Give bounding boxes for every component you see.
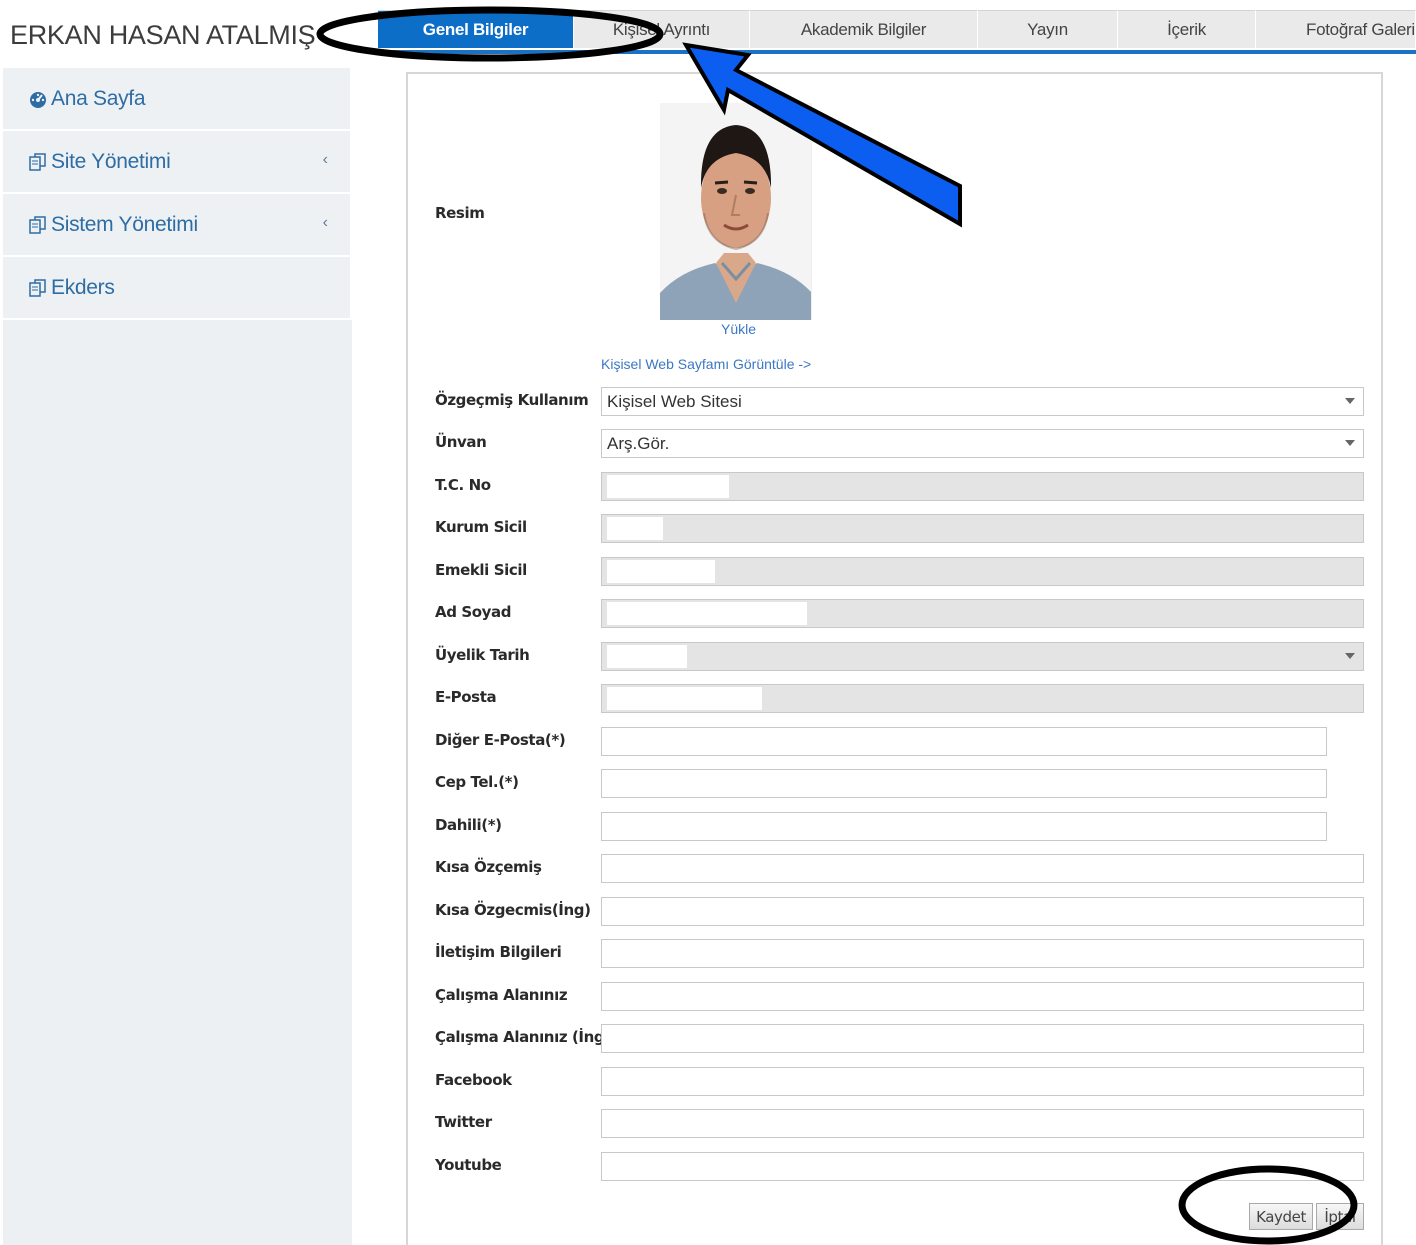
chevron-down-icon [1345, 398, 1355, 404]
sidebar-item-label: Sistem Yönetimi [51, 212, 198, 236]
cancel-button[interactable]: İptal [1316, 1203, 1364, 1230]
field-label: Youtube [435, 1156, 502, 1174]
calisma-alaniniz-ing-input[interactable] [601, 1024, 1364, 1053]
tab-kisisel-ayrinti[interactable]: Kişisel Ayrıntı [574, 10, 750, 48]
redacted-value [607, 645, 687, 668]
dahili-input[interactable] [601, 812, 1327, 841]
field-label: İletişim Bilgileri [435, 943, 562, 961]
field-label: Özgeçmiş Kullanım [435, 391, 589, 409]
tab-genel-bilgiler[interactable]: Genel Bilgiler [378, 10, 574, 48]
field-label: Çalışma Alanınız [435, 986, 568, 1004]
sidebar-item-sistem-yonetimi[interactable]: Sistem Yönetimi ‹ [3, 194, 350, 256]
diger-e-posta-input[interactable] [601, 727, 1327, 756]
field-label: Üyelik Tarih [435, 646, 530, 664]
chevron-down-icon [1345, 653, 1355, 659]
tab-icerik[interactable]: İçerik [1118, 10, 1256, 48]
facebook-input[interactable] [601, 1067, 1364, 1096]
field-label: Facebook [435, 1071, 512, 1089]
select-value: Arş.Gör. [607, 433, 670, 453]
cep-tel-input[interactable] [601, 769, 1327, 798]
field-label: T.C. No [435, 476, 491, 494]
chevron-left-icon: ‹ [322, 214, 328, 231]
chevron-left-icon: ‹ [322, 151, 328, 168]
chevron-down-icon [1345, 440, 1355, 446]
tab-bar: Genel Bilgiler Kişisel Ayrıntı Akademik … [372, 10, 1416, 54]
field-label: Kısa Özçemiş [435, 858, 542, 876]
field-label: Çalışma Alanınız (İng) [435, 1028, 611, 1046]
upload-photo-link[interactable]: Yükle [721, 321, 756, 337]
field-label: Kısa Özgecmis(İng) [435, 901, 591, 919]
sidebar-item-label: Ana Sayfa [51, 86, 146, 110]
sidebar: ERKAN HASAN ATALMIŞ Ana Sayfa Site Yönet… [0, 0, 352, 1245]
field-label: Dahili(*) [435, 816, 502, 834]
user-name: ERKAN HASAN ATALMIŞ [10, 20, 316, 50]
kisa-ozgecmis-ing-input[interactable] [601, 897, 1364, 926]
tc-no-field [601, 472, 1364, 501]
field-label: Cep Tel.(*) [435, 773, 519, 791]
redacted-value [607, 517, 663, 540]
redacted-value [607, 687, 762, 710]
uyelik-tarih-select [601, 642, 1364, 671]
sidebar-item-label: Ekders [51, 275, 115, 299]
field-label: Ad Soyad [435, 603, 512, 621]
field-label: E-Posta [435, 688, 497, 706]
iletisim-bilgileri-input[interactable] [601, 939, 1364, 968]
sidebar-background [3, 320, 352, 1245]
calisma-alaniniz-input[interactable] [601, 982, 1364, 1011]
app-root: ERKAN HASAN ATALMIŞ Ana Sayfa Site Yönet… [0, 0, 1416, 1245]
youtube-input[interactable] [601, 1152, 1364, 1181]
save-button[interactable]: Kaydet [1249, 1203, 1313, 1230]
sidebar-item-site-yonetimi[interactable]: Site Yönetimi ‹ [3, 131, 350, 193]
kurum-sicil-field [601, 514, 1364, 543]
sidebar-item-ana-sayfa[interactable]: Ana Sayfa [3, 68, 350, 130]
field-label: Diğer E-Posta(*) [435, 731, 566, 749]
field-label: Twitter [435, 1113, 492, 1131]
view-personal-web-page-link[interactable]: Kişisel Web Sayfamı Görüntüle -> [601, 356, 811, 372]
copy-icon [27, 151, 49, 173]
copy-icon [27, 277, 49, 299]
unvan-select[interactable]: Arş.Gör. [601, 429, 1364, 458]
field-label: Kurum Sicil [435, 518, 527, 536]
copy-icon [27, 214, 49, 236]
redacted-value [607, 560, 715, 583]
select-value: Kişisel Web Sitesi [607, 391, 742, 411]
profile-photo [660, 103, 812, 320]
sidebar-item-ekders[interactable]: Ekders [3, 257, 350, 319]
redacted-value [607, 602, 807, 625]
redacted-value [607, 475, 729, 498]
dashboard-icon [27, 88, 49, 110]
tab-akademik-bilgiler[interactable]: Akademik Bilgiler [750, 10, 978, 48]
tab-fotograf-galerisi[interactable]: Fotoğraf Galerisi [1256, 10, 1416, 48]
field-label-resim: Resim [435, 204, 485, 222]
kisa-ozgecmis-input[interactable] [601, 854, 1364, 883]
e-posta-field [601, 684, 1364, 713]
ad-soyad-field [601, 599, 1364, 628]
ozgecmis-kullanim-select[interactable]: Kişisel Web Sitesi [601, 387, 1364, 416]
emekli-sicil-field [601, 557, 1364, 586]
field-label: Emekli Sicil [435, 561, 527, 579]
sidebar-item-label: Site Yönetimi [51, 149, 171, 173]
tab-yayin[interactable]: Yayın [978, 10, 1118, 48]
field-label: Ünvan [435, 433, 487, 451]
twitter-input[interactable] [601, 1109, 1364, 1138]
